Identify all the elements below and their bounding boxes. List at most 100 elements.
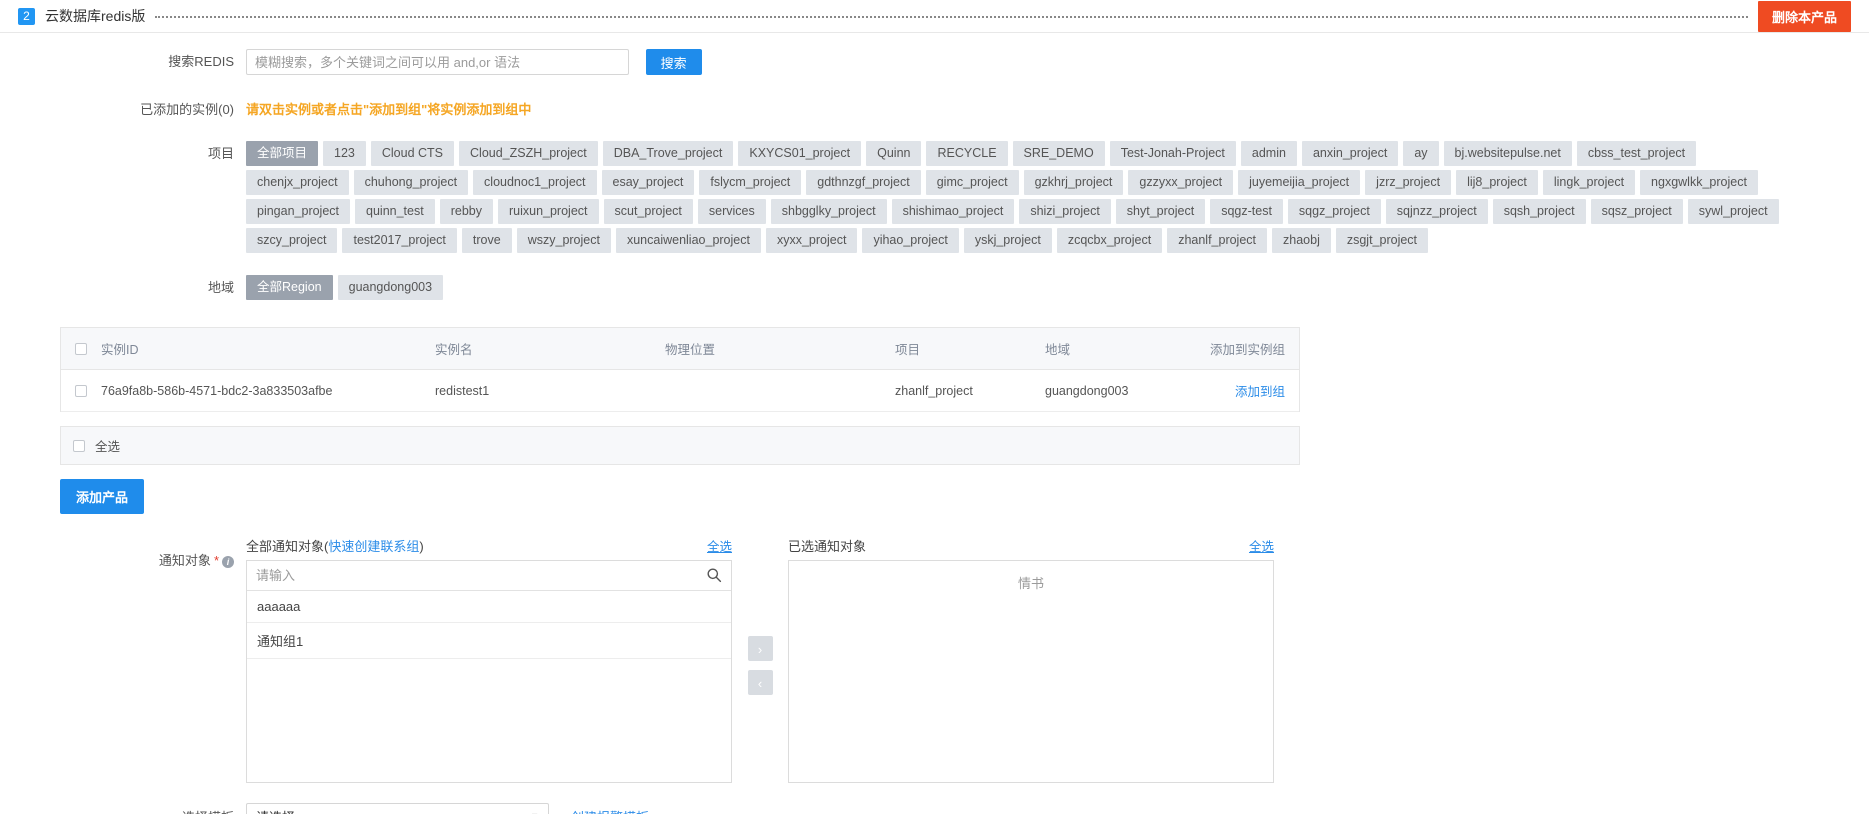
project-chip-42[interactable]: sqsh_project [1492,199,1586,224]
project-chip-35[interactable]: shbgglky_project [770,199,887,224]
region-chip-1[interactable]: guangdong003 [337,275,444,300]
quick-create-contact-group-link[interactable]: 快速创建联系组 [328,539,419,554]
project-chip-54[interactable]: zhanlf_project [1167,228,1268,253]
column-header-project[interactable]: 项目 [889,328,1039,370]
project-chip-8[interactable]: SRE_DEMO [1012,141,1105,166]
search-button[interactable]: 搜索 [645,49,702,75]
column-header-physical-location[interactable]: 物理位置 [659,328,889,370]
project-chip-45[interactable]: szcy_project [246,228,338,253]
project-chip-15[interactable]: chenjx_project [246,170,349,195]
project-chip-30[interactable]: quinn_test [355,199,435,224]
project-filter-label: 项目 [207,146,234,161]
cell-add-to-group: 添加到组 [1189,369,1299,412]
available-targets-panel: 全部通知对象(快速创建联系组) 全选 aaaaaa通知组1 [246,536,732,783]
project-chip-36[interactable]: shishimao_project [891,199,1015,224]
region-filter-label: 地域 [207,280,234,295]
project-chip-4[interactable]: DBA_Trove_project [602,141,734,166]
project-chip-22[interactable]: gzkhrj_project [1023,170,1124,195]
project-chip-39[interactable]: sqgz-test [1210,199,1283,224]
table-select-all-bar[interactable]: 全选 [60,426,1300,465]
project-chip-14[interactable]: cbss_test_project [1576,141,1697,166]
project-chip-23[interactable]: gzzyxx_project [1128,170,1234,195]
notify-search-input[interactable] [247,561,731,590]
delete-product-button[interactable]: 删除本产品 [1757,0,1851,32]
notify-option-0[interactable]: aaaaaa [247,591,731,623]
project-chip-27[interactable]: lingk_project [1542,170,1636,195]
project-chip-51[interactable]: yihao_project [862,228,959,253]
project-chip-5[interactable]: KXYCS01_project [738,141,862,166]
project-chip-56[interactable]: zsgjt_project [1335,228,1429,253]
project-chip-17[interactable]: cloudnoc1_project [473,170,597,195]
project-chip-52[interactable]: yskj_project [963,228,1052,253]
column-header-instance-name[interactable]: 实例名 [429,328,659,370]
project-chip-41[interactable]: sqjnzz_project [1385,199,1488,224]
project-chip-47[interactable]: trove [461,228,512,253]
add-to-group-link[interactable]: 添加到组 [1235,385,1285,399]
selected-select-all-link[interactable]: 全选 [1249,536,1274,555]
template-select[interactable]: 请选择 ▼ [246,803,549,814]
product-header: 2 云数据库redis版 删除本产品 [0,0,1869,32]
project-chip-25[interactable]: jzrz_project [1365,170,1452,195]
header-select-all-checkbox-cell [61,328,95,370]
add-product-button[interactable]: 添加产品 [60,479,145,514]
project-chip-37[interactable]: shizi_project [1019,199,1111,224]
project-chip-20[interactable]: gdthnzgf_project [806,170,921,195]
project-chip-28[interactable]: ngxgwlkk_project [1640,170,1758,195]
project-chip-12[interactable]: ay [1403,141,1439,166]
project-chip-38[interactable]: shyt_project [1115,199,1206,224]
selected-targets-head: 已选通知对象 全选 [788,536,1274,555]
project-chip-32[interactable]: ruixun_project [497,199,599,224]
move-right-button[interactable]: › [747,636,773,661]
row-checkbox[interactable] [75,385,87,398]
project-chip-43[interactable]: sqsz_project [1590,199,1683,224]
notify-option-1[interactable]: 通知组1 [247,623,731,659]
search-icon[interactable] [706,567,722,583]
search-input[interactable] [246,49,629,75]
search-label: 搜索REDIS [168,54,234,69]
project-chip-53[interactable]: zcqcbx_project [1056,228,1163,253]
project-chip-11[interactable]: anxin_project [1301,141,1399,166]
project-chip-10[interactable]: admin [1240,141,1297,166]
project-chip-13[interactable]: bj.websitepulse.net [1443,141,1572,166]
project-chip-21[interactable]: gimc_project [925,170,1019,195]
column-header-instance-id[interactable]: 实例ID [95,328,429,370]
instance-table-head: 实例ID 实例名 物理位置 项目 地域 添加到实例组 [61,328,1299,370]
project-chip-1[interactable]: 123 [323,141,366,166]
region-filter-body: 全部Region guangdong003 [246,275,1869,300]
project-chip-31[interactable]: rebby [439,199,493,224]
project-chip-55[interactable]: zhaobj [1272,228,1331,253]
project-chip-34[interactable]: services [697,199,766,224]
project-chip-40[interactable]: sqgz_project [1287,199,1381,224]
table-row[interactable]: 76a9fa8b-586b-4571-bdc2-3a833503afbe redi… [61,369,1299,412]
create-alarm-template-link[interactable]: 创建报警模板 [571,807,649,814]
project-chip-24[interactable]: juyemeijia_project [1238,170,1361,195]
project-chip-0[interactable]: 全部项目 [246,141,319,166]
region-filter-row: 地域 全部Region guangdong003 [0,275,1869,301]
info-icon[interactable]: i [222,555,234,568]
project-chip-19[interactable]: fslycm_project [699,170,802,195]
project-chip-46[interactable]: test2017_project [342,228,457,253]
select-all-checkbox[interactable] [73,439,85,452]
project-chip-2[interactable]: Cloud CTS [370,141,455,166]
project-chip-44[interactable]: sywl_project [1687,199,1779,224]
project-chip-list: 全部项目 123 Cloud CTS Cloud_ZSZH_project DBA_Tr… [246,141,1801,253]
project-chip-3[interactable]: Cloud_ZSZH_project [459,141,598,166]
project-chip-26[interactable]: lij8_project [1456,170,1538,195]
project-chip-9[interactable]: Test-Jonah-Project [1109,141,1236,166]
project-chip-16[interactable]: chuhong_project [353,170,469,195]
column-header-region[interactable]: 地域 [1039,328,1189,370]
project-chip-18[interactable]: esay_project [601,170,695,195]
project-chip-49[interactable]: xuncaiwenliao_project [615,228,761,253]
project-chip-7[interactable]: RECYCLE [926,141,1008,166]
project-chip-48[interactable]: wszy_project [516,228,611,253]
available-select-all-link[interactable]: 全选 [707,536,732,555]
project-chip-6[interactable]: Quinn [866,141,922,166]
project-chip-50[interactable]: xyxx_project [765,228,858,253]
project-chip-33[interactable]: scut_project [603,199,693,224]
template-row: 选择模板 请选择 ▼ 创建报警模板 [0,803,1869,814]
region-chip-0[interactable]: 全部Region [246,275,333,300]
project-chip-29[interactable]: pingan_project [246,199,351,224]
project-filter-row: 项目 全部项目 123 Cloud CTS Cloud_ZSZH_project DBA… [0,141,1869,253]
table-header-checkbox[interactable] [75,343,87,356]
move-left-button[interactable]: ‹ [747,670,773,695]
